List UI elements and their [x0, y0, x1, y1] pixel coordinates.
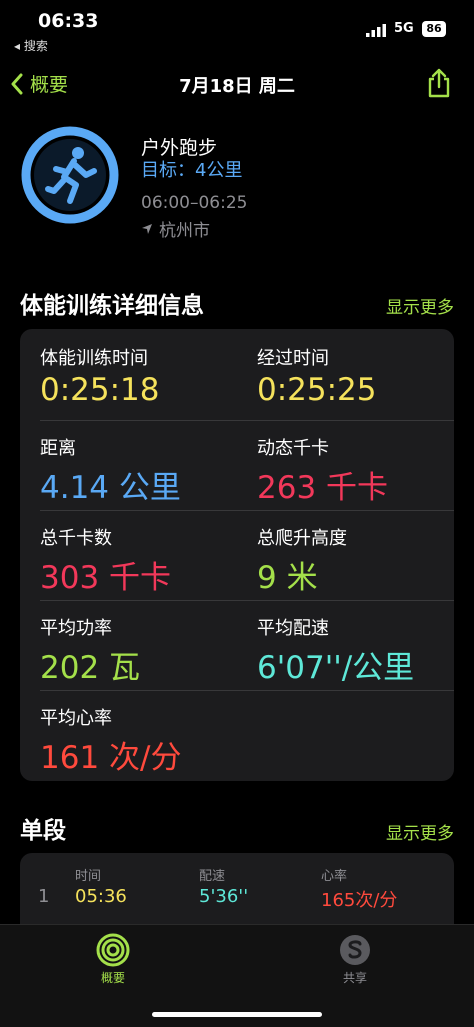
share-icon[interactable]	[426, 68, 452, 98]
metric-avg-heart-rate: 平均心率 161 次/分	[40, 704, 240, 777]
metric-value: 4.14 公里	[40, 470, 181, 506]
battery-indicator: 86	[422, 21, 446, 37]
splits-title: 单段	[20, 818, 66, 844]
page-title: 7月18日 周二	[179, 76, 295, 97]
divider	[40, 510, 454, 511]
splits-show-more-link[interactable]: 显示更多	[386, 819, 454, 844]
tab-sharing[interactable]: 共享	[315, 933, 395, 986]
metric-label: 体能训练时间	[40, 348, 148, 369]
metric-value: 0:25:18	[40, 372, 160, 408]
split-pace: 5'36''	[199, 886, 249, 907]
metric-distance: 距离 4.14 公里	[40, 434, 240, 507]
tab-sharing-label: 共享	[342, 971, 367, 985]
cellular-signal-icon	[366, 24, 386, 37]
metric-value: 202 瓦	[40, 650, 141, 686]
metric-value: 263 千卡	[257, 470, 389, 506]
metric-value: 303 千卡	[40, 560, 172, 596]
metric-value: 161 次/分	[40, 740, 182, 776]
tab-summary-label: 概要	[100, 971, 125, 985]
split-index: 1	[38, 886, 50, 907]
split-time: 05:36	[75, 886, 127, 907]
details-title: 体能训练详细信息	[20, 293, 204, 319]
splits-header-heart-rate: 心率	[321, 869, 348, 884]
divider	[40, 420, 454, 421]
splits-header-time: 时间	[75, 869, 102, 884]
network-type: 5G	[394, 21, 414, 36]
splits-header-pace: 配速	[199, 869, 226, 884]
details-show-more-link[interactable]: 显示更多	[386, 293, 454, 318]
status-time: 06:33	[38, 10, 99, 32]
metric-label: 经过时间	[257, 348, 329, 369]
metric-label: 总爬升高度	[257, 528, 347, 549]
location-label: 杭州市	[159, 221, 210, 241]
metric-elapsed-time: 经过时间 0:25:25	[257, 344, 457, 408]
divider	[40, 600, 454, 601]
metric-avg-power: 平均功率 202 瓦	[40, 614, 240, 687]
metric-label: 平均功率	[40, 618, 112, 639]
divider	[40, 690, 454, 691]
tab-summary[interactable]: 概要	[73, 933, 153, 986]
metric-avg-pace: 平均配速 6'07''/公里	[257, 614, 457, 687]
workout-goal: 目标：4公里	[141, 160, 243, 181]
metric-elevation-gain: 总爬升高度 9 米	[257, 524, 457, 597]
metric-label: 平均配速	[257, 618, 329, 639]
metrics-card: 体能训练时间 0:25:18 经过时间 0:25:25 距离 4.14 公里 动…	[20, 329, 454, 781]
metric-total-calories: 总千卡数 303 千卡	[40, 524, 240, 597]
metric-value: 6'07''/公里	[257, 650, 415, 686]
metric-value: 9 米	[257, 560, 318, 596]
running-activity-icon	[21, 126, 119, 224]
back-to-app-link[interactable]: ◂ 搜索	[14, 37, 48, 54]
metric-value: 0:25:25	[257, 372, 377, 408]
workout-time-range: 06:00–06:25	[141, 193, 248, 213]
metric-label: 动态千卡	[257, 438, 329, 459]
summary-rings-icon	[96, 933, 130, 967]
metric-label: 平均心率	[40, 708, 112, 729]
metric-label: 总千卡数	[40, 528, 112, 549]
metric-active-calories: 动态千卡 263 千卡	[257, 434, 457, 507]
sharing-icon	[340, 935, 370, 965]
workout-location: 杭州市	[141, 216, 210, 241]
location-arrow-icon	[142, 223, 152, 234]
split-heart-rate: 165次/分	[321, 890, 398, 911]
metric-label: 距离	[40, 438, 76, 459]
metric-workout-time: 体能训练时间 0:25:18	[40, 344, 240, 408]
home-indicator[interactable]	[152, 1012, 322, 1017]
